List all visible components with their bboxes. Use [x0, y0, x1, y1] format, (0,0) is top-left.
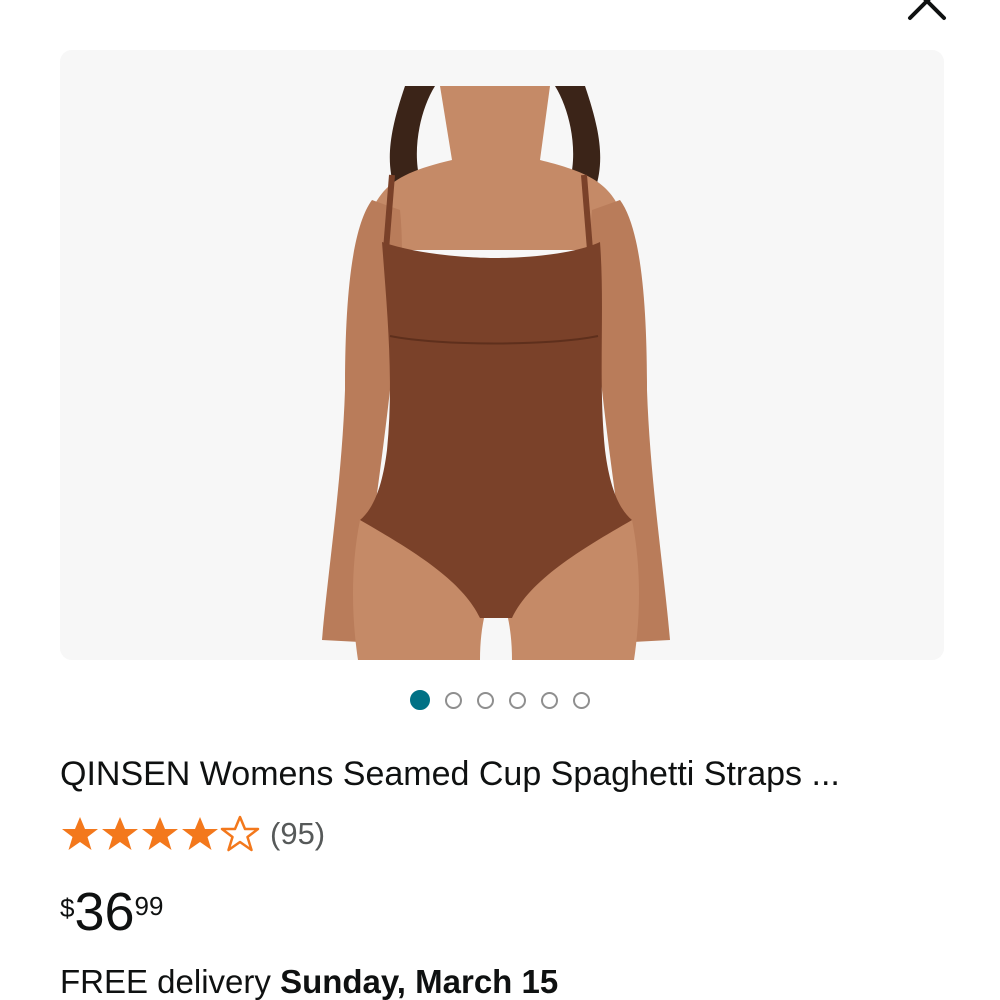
star-rating [60, 814, 260, 854]
product-title[interactable]: QINSEN Womens Seamed Cup Spaghetti Strap… [60, 752, 960, 796]
delivery-info: FREE delivery Sunday, March 15 [60, 960, 558, 1000]
image-carousel-dots[interactable] [0, 690, 1000, 710]
delivery-label: FREE delivery [60, 963, 271, 1000]
product-page: QINSEN Womens Seamed Cup Spaghetti Strap… [0, 0, 1000, 1000]
star-full-icon [102, 817, 138, 850]
carousel-dot-4[interactable] [509, 691, 526, 709]
carousel-dot-3[interactable] [477, 691, 494, 709]
price-fraction: 99 [134, 891, 164, 921]
close-button[interactable] [904, 0, 950, 24]
carousel-dot-2[interactable] [445, 691, 462, 709]
price-whole: 36 [74, 882, 135, 942]
star-full-icon [62, 817, 98, 850]
carousel-dot-1[interactable] [410, 690, 430, 710]
review-count[interactable]: (95) [270, 816, 325, 852]
rating-row[interactable]: (95) [60, 812, 325, 856]
price-currency: $ [60, 893, 75, 923]
product-photo [60, 50, 944, 660]
star-full-icon [142, 817, 178, 850]
star-empty-icon [220, 815, 260, 852]
carousel-dot-5[interactable] [541, 691, 558, 709]
carousel-dot-6[interactable] [573, 691, 590, 709]
star-full-icon [182, 817, 218, 850]
price: $ 36 99 [60, 884, 163, 944]
delivery-date: Sunday, March 15 [280, 963, 559, 1000]
product-image[interactable] [60, 50, 944, 660]
close-icon [908, 0, 946, 20]
